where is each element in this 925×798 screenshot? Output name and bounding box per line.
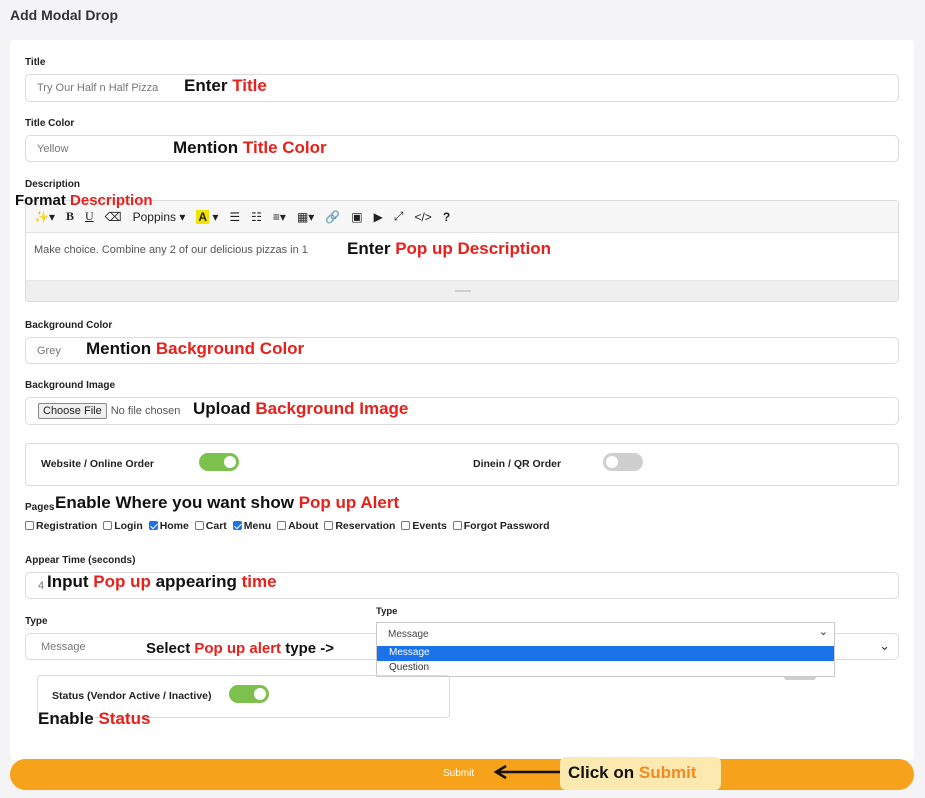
chevron-down-icon[interactable]: ⌄ [819,625,828,638]
type-option-question[interactable]: Question [377,661,834,676]
help-button[interactable]: ? [443,210,450,224]
page-checkbox-registration[interactable]: Registration [25,520,97,532]
magic-wand-icon[interactable]: ✨▾ [34,210,55,224]
annotation-format: Format Description [15,192,153,209]
ordered-list-icon[interactable]: ☷ [251,210,262,224]
type-select-value: Message [41,640,86,653]
status-label: Status (Vendor Active / Inactive) [52,690,212,702]
dinein-toggle[interactable] [603,453,643,471]
title-input[interactable]: Try Our Half n Half Pizza [25,74,899,102]
website-toggle-label: Website / Online Order [41,458,154,470]
page-checkbox-reservation[interactable]: Reservation [324,520,395,532]
type-label: Type [25,616,48,627]
editor-resize-bar[interactable] [26,280,898,301]
resize-grip-icon[interactable] [455,290,471,292]
editor-toolbar: ✨▾ B U ⌫ Poppins ▾ A ▾ ☰ ☷ ≡▾ ▦▾ 🔗 ▣ ▶ ⤢… [26,201,898,233]
pages-label: Pages [25,502,55,513]
type-dropdown-popup: Message ⌄ Message Question [376,622,835,677]
align-icon[interactable]: ≡▾ [273,210,286,224]
type-option-message[interactable]: Message [377,646,834,661]
code-view-button[interactable]: </> [414,210,431,224]
page-checkbox-home[interactable]: Home [148,520,189,532]
underline-button[interactable]: U [85,209,94,224]
unordered-list-icon[interactable]: ☰ [229,210,240,224]
fullscreen-icon[interactable]: ⤢ [394,209,404,224]
page-title: Add Modal Drop [10,7,119,23]
annotation-title-color: Mention Title Color [173,138,327,157]
hidden-toggle-edge [784,677,816,680]
page-checkbox-cart[interactable]: Cart [194,520,227,532]
page-checkbox-login[interactable]: Login [103,520,143,532]
annotation-type: Select Pop up alert type -> [146,640,334,657]
background-color-label: Background Color [25,320,113,331]
annotation-bg-image: Upload Background Image [193,399,409,418]
link-icon[interactable]: 🔗 [325,210,340,224]
image-icon[interactable]: ▣ [351,210,362,224]
appear-time-label: Appear Time (seconds) [25,555,136,566]
title-color-input[interactable]: Yellow [25,135,899,162]
annotation-bg-color: Mention Background Color [86,339,305,358]
annotation-appear: Input Pop up appearing time [47,572,277,591]
page-checkbox-about[interactable]: About [277,520,318,532]
annotation-pages: Enable Where you want show Pop up Alert [55,493,400,512]
submit-label: Submit [443,768,475,779]
annotation-submit: Click on Submit [568,763,697,782]
submit-button[interactable]: Submit [10,759,914,790]
text-color-icon[interactable]: A ▾ [196,209,218,224]
chevron-down-icon[interactable]: ⌄ [879,638,890,654]
eraser-icon[interactable]: ⌫ [105,210,122,224]
video-icon[interactable]: ▶ [374,210,383,224]
page-checkbox-menu[interactable]: Menu [232,520,271,532]
background-color-placeholder: Grey [37,344,61,357]
title-color-label: Title Color [25,118,75,129]
channel-toggles-box [25,443,899,486]
website-toggle[interactable] [199,453,239,471]
appear-time-value: 4 [38,579,45,592]
font-family-dropdown[interactable]: Poppins ▾ [133,210,186,224]
arrow-left-icon [493,764,560,780]
description-label: Description [25,179,81,190]
annotation-description: Enter Pop up Description [347,239,552,258]
type-dropdown-label: Type [376,606,398,617]
type-dropdown-selected[interactable]: Message [377,623,834,645]
page-checkbox-forgot-password[interactable]: Forgot Password [452,520,549,532]
pages-checkbox-row: Registration Login Home Cart Menu About … [25,520,552,532]
title-placeholder: Try Our Half n Half Pizza [37,82,159,94]
annotation-status: Enable Status [38,709,151,728]
annotation-title: Enter Title [184,76,267,95]
choose-file-button[interactable]: Choose File [38,403,107,419]
background-image-label: Background Image [25,380,116,391]
dinein-toggle-label: Dinein / QR Order [473,458,562,470]
table-icon[interactable]: ▦▾ [297,210,314,224]
page-checkbox-events[interactable]: Events [401,520,447,532]
background-image-input[interactable]: Choose File No file chosen [25,397,899,425]
bold-button[interactable]: B [66,209,74,224]
title-color-placeholder: Yellow [37,142,69,155]
file-status: No file chosen [110,405,181,417]
title-label: Title [25,57,46,68]
status-toggle[interactable] [229,685,269,703]
